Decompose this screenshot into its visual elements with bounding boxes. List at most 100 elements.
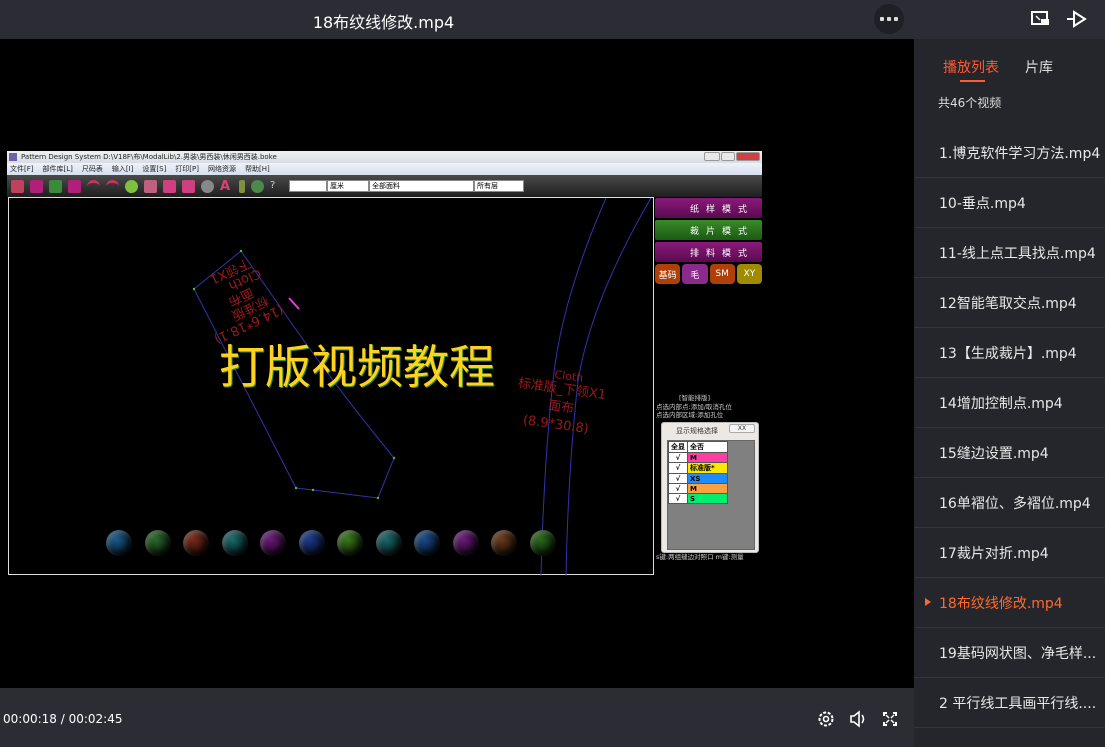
settings-icon[interactable] [817, 710, 835, 728]
app-menu-item: 部件库[L] [42, 165, 73, 173]
control-bar: 00:00:18 / 00:02:45 [0, 688, 914, 747]
app-menu-item: 尺码表 [81, 165, 103, 173]
app-toolbar: A ? 厘米 全部面料 所有层 [7, 175, 762, 197]
tab-playlist[interactable]: 播放列表 [943, 57, 999, 77]
video-title: 18布纹线修改.mp4 [312, 13, 455, 32]
panel-heading: [智能排版] [679, 394, 711, 402]
playlist-item[interactable]: 16单褶位、多褶位.mp4 [914, 478, 1105, 528]
hide-all-header: 全否 [687, 441, 728, 453]
size-label: 标准版* [687, 462, 728, 474]
dialog-close-button: XX [729, 424, 755, 433]
new-icon [11, 179, 24, 193]
tool-orb-icon [529, 530, 556, 556]
more-button[interactable] [874, 4, 904, 34]
app-title: Pattern Design System D:\V18F\布\ModalLib… [21, 153, 277, 161]
size-row: √ 标准版* [668, 462, 728, 474]
playlist-item-label: 18布纹线修改.mp4 [939, 595, 1063, 612]
playlist-item[interactable]: 2 平行线工具画平行线.... [914, 678, 1105, 728]
size-label: M [687, 452, 728, 463]
tool-orb-icon [414, 530, 440, 556]
app-menu-item: 帮助[H] [245, 165, 270, 173]
size-check: √ [668, 452, 688, 463]
app-menu-item: 网络资源 [208, 165, 236, 173]
app-menu-bar: 文件[F] 部件库[L] 尺码表 输入[I] 设置[S] 打印[P] 网络资源 帮助[H] [7, 163, 762, 175]
undo-icon [87, 179, 100, 193]
save-icon [49, 179, 62, 193]
picture-in-picture-icon[interactable] [1030, 9, 1052, 29]
playlist-item[interactable]: 19基码网状图、净毛样... [914, 628, 1105, 678]
playlist-item[interactable]: 14增加控制点.mp4 [914, 378, 1105, 428]
help-icon: ? [270, 179, 276, 191]
playing-indicator-icon [925, 598, 931, 606]
xy-button: XY [736, 264, 762, 284]
unit-select: 厘米 [327, 180, 369, 192]
app-menu-item: 打印[P] [175, 165, 199, 173]
playlist-sidebar: 播放列表 片库 共46个视频 1.博克软件学习方法.mp4 10-垂点.mp4 11… [914, 39, 1105, 747]
ruler-icon [239, 179, 245, 193]
size-check: √ [668, 483, 688, 494]
playlist-item[interactable]: 15缝边设置.mp4 [914, 428, 1105, 478]
app-menu-item: 设置[S] [142, 165, 167, 173]
tool-orb-icon [183, 530, 209, 556]
tool-orb-icon [491, 530, 517, 556]
zoom-icon [125, 179, 138, 193]
size-table: 全显 全否 √ M √ 标准版* √ XS √ M √ S [668, 441, 728, 504]
open-icon [30, 179, 43, 193]
panel-footer: s键:两组缝边对照口 m键:测量 [656, 553, 744, 561]
playlist-item[interactable]: 12智能笔取交点.mp4 [914, 278, 1105, 328]
size-label: S [687, 493, 728, 504]
layout-mode-button: 排料模式 [655, 242, 762, 262]
delete-icon [144, 179, 157, 193]
overlay-caption: 打版视频教程 [219, 340, 495, 394]
playlist-item-label: 1.博克软件学习方法.mp4 [939, 145, 1101, 162]
size-label: XS [687, 473, 728, 484]
video-area[interactable]: Pattern Design System D:\V18F\布\ModalLib… [0, 39, 914, 688]
tool-orb-bar [9, 530, 655, 560]
text-icon: A [220, 178, 231, 194]
base-size-button: 基码 [655, 264, 681, 284]
line-style-select [289, 180, 327, 192]
pattern-mode-button: 纸样模式 [655, 198, 762, 218]
layer-select: 所有层 [474, 180, 524, 192]
playlist-item[interactable]: 11-线上点工具找点.mp4 [914, 228, 1105, 278]
tab-library[interactable]: 片库 [1025, 57, 1053, 77]
playlist-item[interactable]: 1.博克软件学习方法.mp4 [914, 128, 1105, 178]
size-check: √ [668, 473, 688, 484]
panel-line: 点选内部区域:添加孔位 [656, 411, 724, 419]
seam-button: 毛 [682, 264, 708, 284]
size-row: √ XS [668, 473, 728, 484]
tool-orb-icon [298, 530, 325, 556]
playlist-item-label: 10-垂点.mp4 [939, 195, 1026, 212]
app-menu-item: 文件[F] [10, 165, 34, 173]
pen-cursor-icon [288, 297, 300, 310]
playlist-item[interactable]: 13【生成裁片】.mp4 [914, 328, 1105, 378]
show-all-header: 全显 [668, 441, 688, 453]
playlist-item-label: 2 平行线工具画平行线.... [939, 695, 1097, 712]
time-display: 00:00:18 / 00:02:45 [3, 712, 123, 726]
maximize-icon [721, 152, 735, 161]
playlist-item-label: 15缝边设置.mp4 [939, 445, 1049, 462]
playlist-item-label: 12智能笔取交点.mp4 [939, 295, 1077, 312]
piece-mode-button: 裁片模式 [655, 220, 762, 240]
tool-orb-icon [144, 530, 171, 556]
rotate-icon [201, 179, 214, 193]
volume-icon[interactable] [849, 710, 867, 728]
playlist-item-label: 14增加控制点.mp4 [939, 395, 1063, 412]
redo-icon [106, 179, 119, 193]
cast-icon[interactable] [1066, 9, 1088, 29]
sm-button: SM [709, 264, 735, 284]
playlist: 1.博克软件学习方法.mp4 10-垂点.mp4 11-线上点工具找点.mp4 12智… [914, 128, 1105, 728]
playlist-item-label: 19基码网状图、净毛样... [939, 645, 1097, 662]
size-row: √ S [668, 493, 728, 504]
size-label: M [687, 483, 728, 494]
tool-orb-icon [337, 530, 363, 556]
grid-icon [251, 179, 264, 193]
more-icon [880, 17, 884, 21]
fullscreen-icon[interactable] [881, 710, 899, 728]
playlist-item[interactable]: 10-垂点.mp4 [914, 178, 1105, 228]
playlist-item[interactable]: 17裁片对折.mp4 [914, 528, 1105, 578]
import-icon [68, 179, 81, 193]
playlist-item[interactable]: 18布纹线修改.mp4 [914, 578, 1105, 628]
tool-orb-icon [452, 530, 479, 556]
size-check: √ [668, 462, 688, 474]
